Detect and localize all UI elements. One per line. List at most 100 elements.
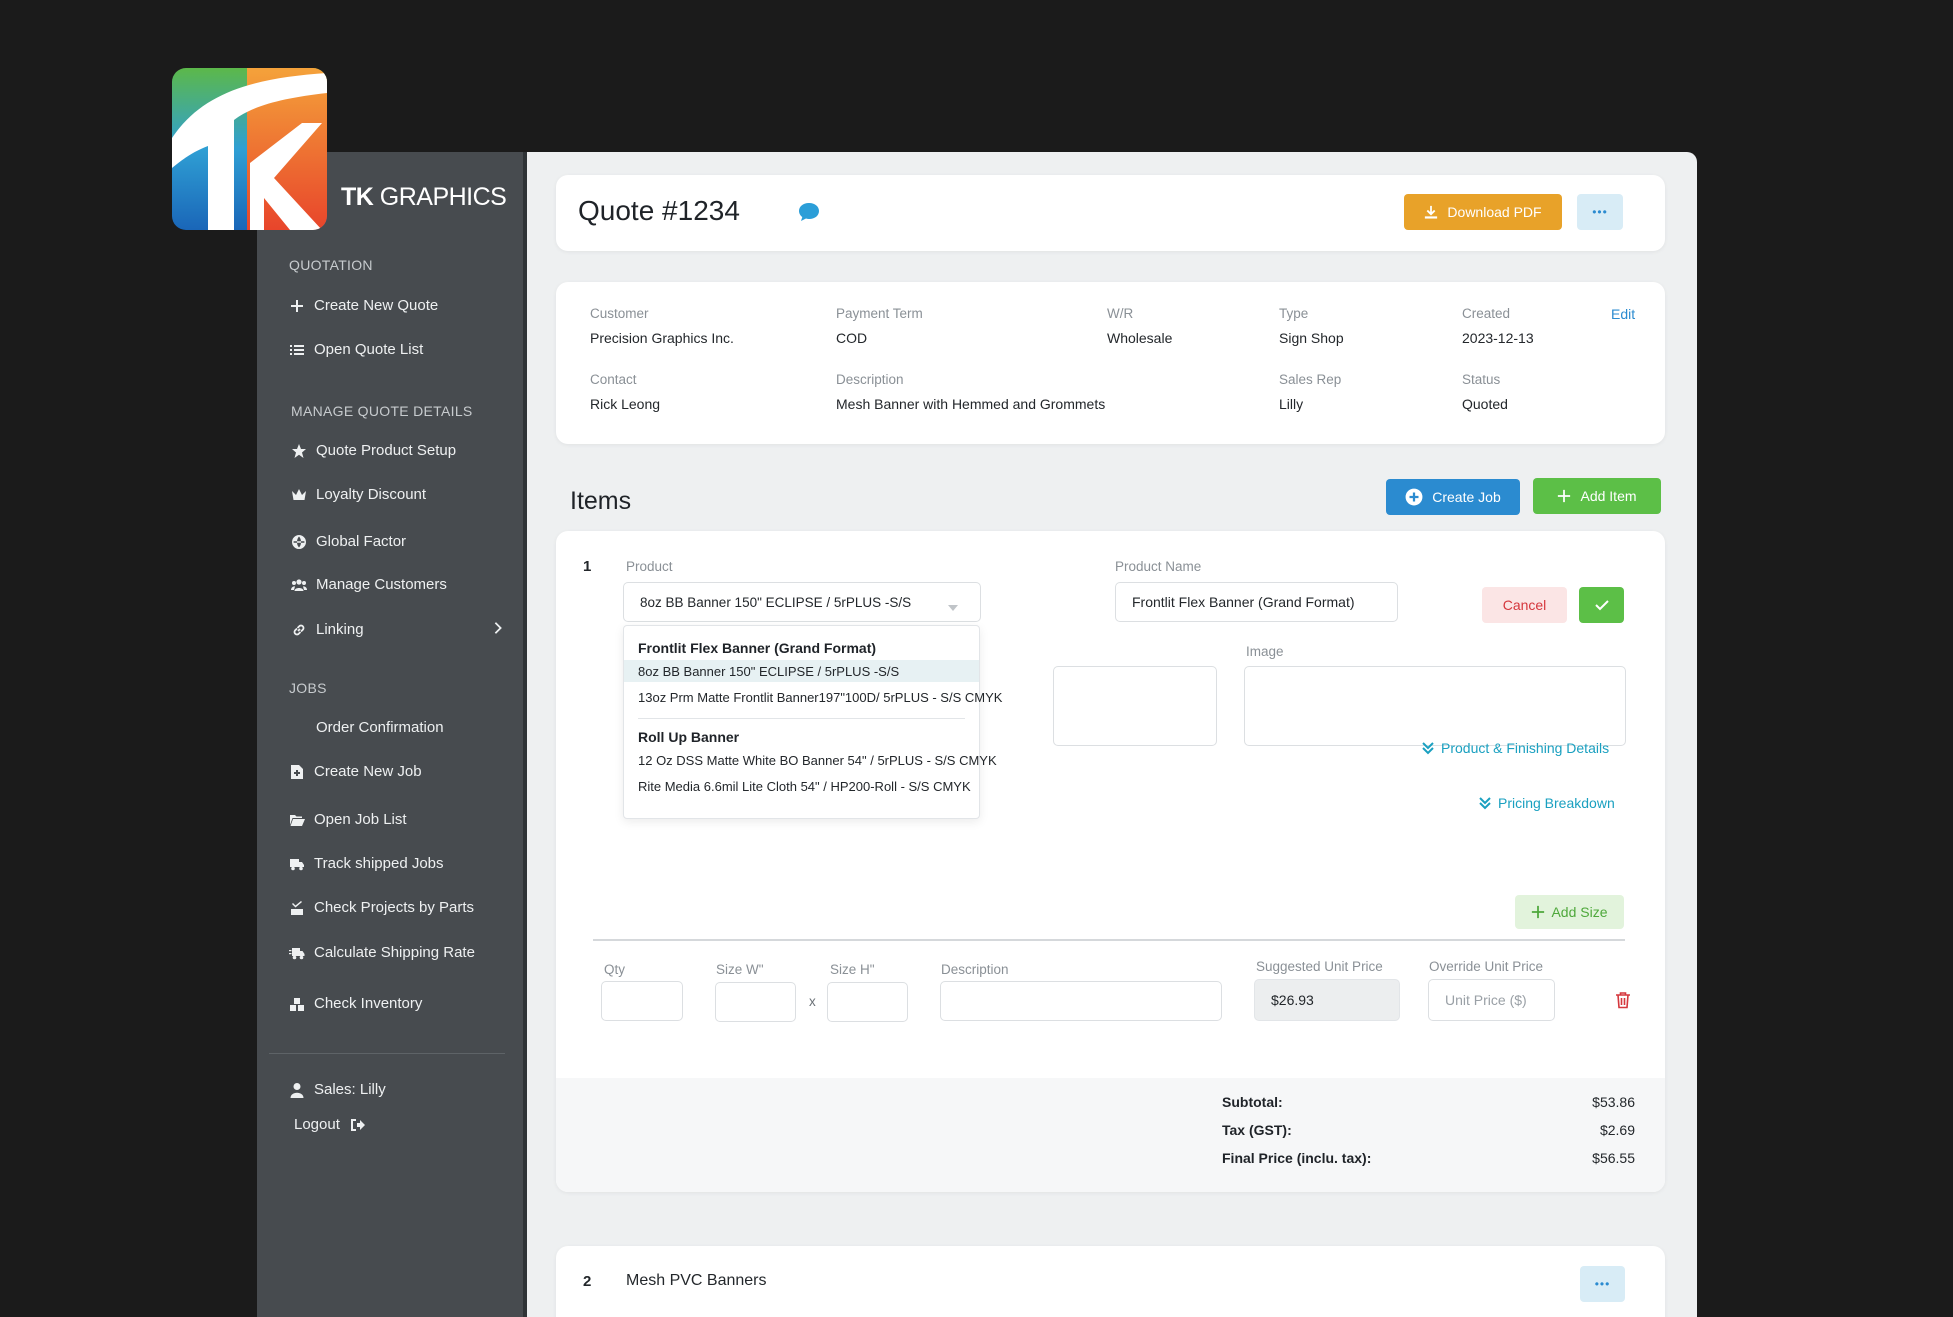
subtotal-value: $53.86 — [1592, 1094, 1635, 1110]
sidebar-item-global-factor[interactable]: Global Factor — [291, 533, 406, 550]
plus-circle-icon — [1405, 488, 1423, 506]
sidebar-item-linking[interactable]: Linking — [291, 621, 502, 638]
product-name-input[interactable]: Frontlit Flex Banner (Grand Format) — [1115, 582, 1398, 622]
sidebar-item-open-quote-list[interactable]: Open Quote List — [289, 341, 423, 358]
confirm-button[interactable] — [1579, 587, 1624, 623]
times-sign: x — [809, 994, 816, 1009]
payment-term-label: Payment Term — [836, 306, 923, 321]
created-label: Created — [1462, 306, 1511, 321]
chevrons-down-icon — [1422, 742, 1434, 755]
logout-button[interactable]: Logout — [294, 1116, 375, 1133]
tax-value: $2.69 — [1599, 1122, 1635, 1138]
section-quotation: QUOTATION — [289, 257, 373, 273]
totals-section: Subtotal: $53.86 Tax (GST): $2.69 Final … — [556, 1078, 1665, 1192]
contact-value: Rick Leong — [590, 396, 661, 412]
sidebar-item-open-job-list[interactable]: Open Job List — [289, 811, 407, 828]
size-h-label: Size H" — [830, 962, 875, 977]
image-label: Image — [1246, 644, 1284, 659]
sidebar-item-quote-product-setup[interactable]: Quote Product Setup — [291, 442, 456, 459]
payment-term-value: COD — [836, 330, 868, 346]
customer-value: Precision Graphics Inc. — [590, 330, 734, 346]
sidebar-item-track-shipped-jobs[interactable]: Track shipped Jobs — [289, 855, 444, 872]
file-plus-icon — [289, 764, 305, 780]
sidebar-item-loyalty-discount[interactable]: Loyalty Discount — [291, 486, 426, 503]
users-icon — [291, 577, 307, 593]
customer-label: Customer — [590, 306, 649, 321]
dropdown-option[interactable]: 13oz Prm Matte Frontlit Banner197"100D/ … — [624, 686, 1002, 708]
override-price-input[interactable]: Unit Price ($) — [1428, 979, 1555, 1021]
size-h-input[interactable] — [827, 982, 908, 1022]
dropdown-option[interactable]: 8oz BB Banner 150" ECLIPSE / 5rPLUS -S/S — [624, 660, 979, 682]
add-item-button[interactable]: Add Item — [1533, 478, 1661, 514]
dropdown-group-frontlit: Frontlit Flex Banner (Grand Format) — [638, 640, 877, 656]
qty-input[interactable] — [601, 981, 683, 1021]
status-label: Status — [1462, 372, 1501, 387]
item-number: 2 — [583, 1273, 592, 1290]
dropdown-option[interactable]: 12 Oz DSS Matte White BO Banner 54" / 5r… — [624, 749, 997, 771]
link-icon — [291, 622, 307, 638]
description-value: Mesh Banner with Hemmed and Grommets — [836, 396, 1106, 412]
sidebar-item-manage-customers[interactable]: Manage Customers — [291, 576, 447, 593]
add-size-button[interactable]: Add Size — [1515, 895, 1624, 929]
download-icon — [1425, 205, 1438, 219]
dropdown-group-rollup: Roll Up Banner — [638, 729, 740, 745]
item-more-button[interactable]: ••• — [1580, 1266, 1625, 1302]
final-price-value: $56.55 — [1592, 1150, 1635, 1166]
edit-link[interactable]: Edit — [1611, 306, 1635, 322]
tax-label: Tax (GST): — [1222, 1122, 1292, 1138]
chevron-right-icon — [491, 621, 505, 639]
sidebar-item-order-confirmation[interactable]: Order Confirmation — [316, 719, 444, 736]
dropdown-divider — [638, 718, 965, 719]
brand-name: TK GRAPHICS — [341, 183, 507, 211]
sidebar: QUOTATION Create New Quote Open Quote Li… — [257, 152, 527, 1317]
description-label: Description — [836, 372, 904, 387]
stock-box[interactable] — [1053, 666, 1217, 746]
size-divider — [593, 939, 1625, 941]
size-description-input[interactable] — [940, 981, 1222, 1021]
type-label: Type — [1279, 306, 1309, 321]
item-title: Mesh PVC Banners — [626, 1272, 767, 1289]
download-pdf-button[interactable]: Download PDF — [1404, 194, 1562, 230]
pricing-breakdown-link[interactable]: Pricing Breakdown — [1478, 795, 1615, 811]
trash-icon[interactable] — [1615, 991, 1631, 1014]
tk-graphics-logo — [172, 68, 327, 230]
image-dropzone[interactable] — [1244, 666, 1626, 746]
type-value: Sign Shop — [1279, 330, 1344, 346]
status-value: Quoted — [1462, 396, 1508, 412]
more-options-button[interactable]: ••• — [1577, 194, 1623, 230]
dropdown-option[interactable]: Rite Media 6.6mil Lite Cloth 54" / HP200… — [624, 775, 979, 797]
size-w-input[interactable] — [715, 982, 796, 1022]
truck-icon — [289, 856, 305, 872]
plus-icon — [1532, 905, 1545, 919]
check-icon — [1594, 600, 1609, 611]
caret-down-icon — [948, 599, 958, 614]
sidebar-item-check-projects[interactable]: Check Projects by Parts — [289, 899, 474, 916]
wr-value: Wholesale — [1107, 330, 1173, 346]
size-w-label: Size W" — [716, 962, 764, 977]
main-panel: Quote #1234 Download PDF ••• Customer Pr… — [527, 152, 1697, 1317]
boxes-icon — [289, 996, 305, 1012]
sidebar-user[interactable]: Sales: Lilly — [289, 1081, 386, 1098]
sales-rep-value: Lilly — [1279, 396, 1304, 412]
desc-label: Description — [941, 962, 1009, 977]
subtotal-label: Subtotal: — [1222, 1094, 1283, 1110]
cancel-button[interactable]: Cancel — [1482, 587, 1567, 623]
create-job-button[interactable]: Create Job — [1386, 479, 1520, 515]
product-finishing-link[interactable]: Product & Finishing Details — [1421, 740, 1609, 756]
final-price-label: Final Price (inclu. tax): — [1222, 1150, 1372, 1166]
sidebar-divider — [269, 1053, 505, 1054]
crown-icon — [291, 487, 307, 503]
folder-open-icon — [289, 812, 305, 828]
sidebar-item-create-new-job[interactable]: Create New Job — [289, 763, 422, 780]
comment-icon[interactable] — [797, 201, 821, 228]
item-card-2: 2 Mesh PVC Banners ••• — [556, 1246, 1665, 1317]
sales-rep-label: Sales Rep — [1279, 372, 1342, 387]
item-card-1: 1 Product 8oz BB Banner 150" ECLIPSE / 5… — [556, 531, 1665, 1192]
override-price-label: Override Unit Price — [1429, 959, 1544, 974]
sidebar-item-create-quote[interactable]: Create New Quote — [289, 297, 438, 314]
sidebar-item-calculate-shipping[interactable]: Calculate Shipping Rate — [289, 944, 475, 961]
section-jobs: JOBS — [289, 680, 327, 696]
product-select[interactable]: 8oz BB Banner 150" ECLIPSE / 5rPLUS -S/S — [623, 582, 981, 622]
created-value: 2023-12-13 — [1462, 330, 1534, 346]
sidebar-item-check-inventory[interactable]: Check Inventory — [289, 995, 422, 1012]
